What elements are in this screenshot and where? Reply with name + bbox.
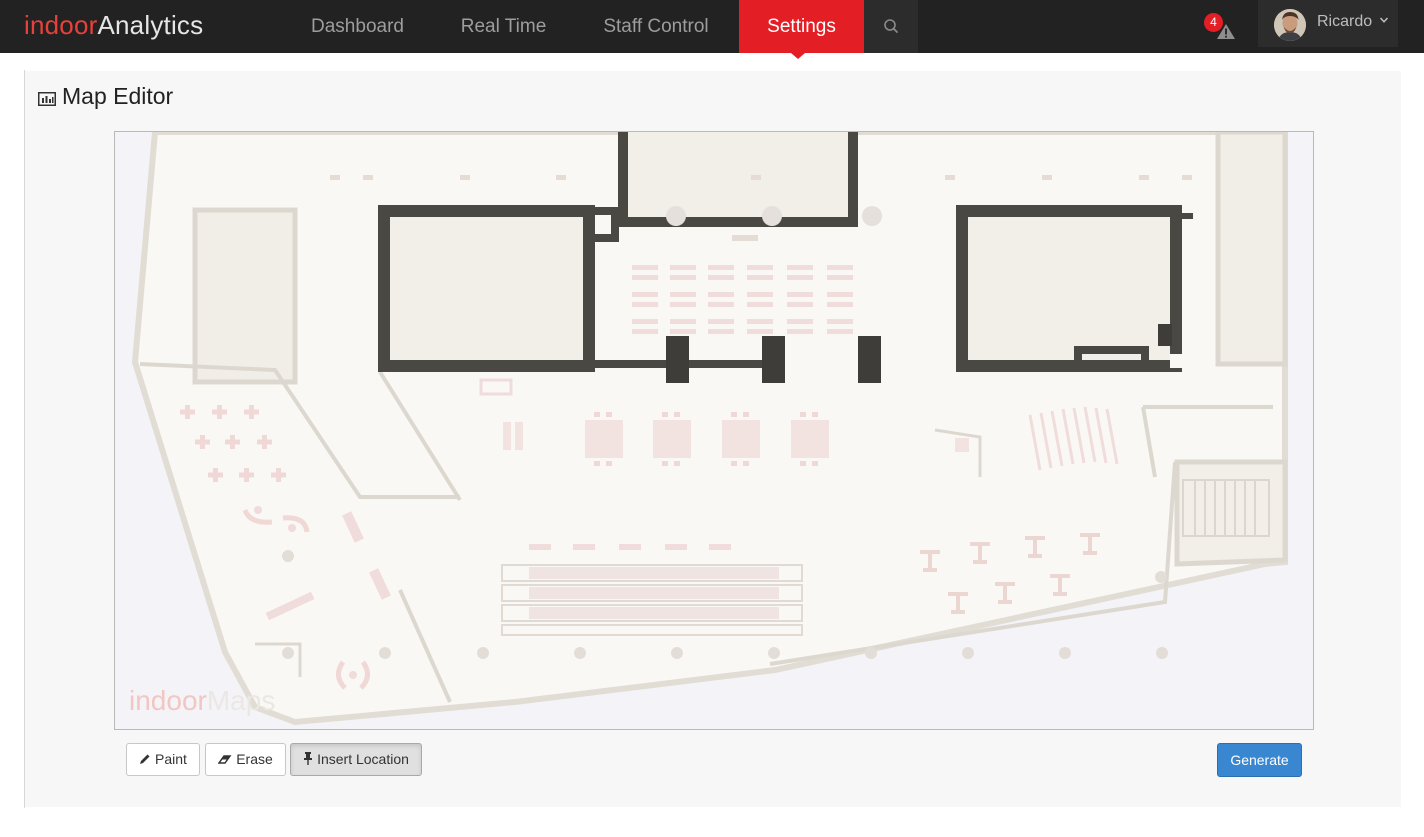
generate-button-label: Generate [1230, 752, 1289, 768]
insert-location-button[interactable]: Insert Location [290, 743, 422, 776]
insert-location-button-label: Insert Location [317, 751, 409, 767]
search-icon [884, 19, 898, 33]
nav-dashboard[interactable]: Dashboard [290, 0, 425, 53]
nav-staff-control-label: Staff Control [603, 16, 709, 37]
brand-part-2: Analytics [97, 10, 204, 40]
brand-part-1: indoor [24, 10, 98, 40]
nav-dashboard-label: Dashboard [311, 16, 404, 37]
avatar [1274, 9, 1306, 41]
alerts-count-badge: 4 [1204, 13, 1223, 32]
map-watermark: indoorMaps [129, 685, 275, 716]
nav-search-button[interactable] [864, 0, 918, 53]
nav-real-time-label: Real Time [460, 16, 547, 37]
nav-real-time[interactable]: Real Time [436, 0, 571, 53]
active-indicator [791, 53, 805, 59]
alerts-button[interactable]: 4 [1200, 10, 1240, 44]
paint-button-label: Paint [155, 751, 187, 767]
user-name: Ricardo [1317, 13, 1373, 30]
generate-button[interactable]: Generate [1217, 743, 1302, 777]
pencil-icon [139, 745, 151, 776]
chevron-down-icon [1379, 17, 1389, 23]
panel-title: Map Editor [38, 82, 173, 110]
pushpin-icon [303, 745, 313, 776]
nav-settings[interactable]: Settings [739, 0, 864, 59]
eraser-icon [217, 745, 232, 776]
floor-map-canvas[interactable]: indoorMaps [114, 131, 1314, 730]
panel-title-text: Map Editor [62, 83, 174, 109]
erase-button-label: Erase [236, 751, 273, 767]
map-watermark-part-1: indoor [129, 685, 207, 716]
map-watermark-part-2: Maps [207, 685, 275, 716]
nav-staff-control[interactable]: Staff Control [583, 0, 729, 53]
erase-button[interactable]: Erase [205, 743, 286, 776]
floor-plan: indoorMaps [129, 132, 1288, 726]
paint-button[interactable]: Paint [126, 743, 200, 776]
user-menu[interactable]: Ricardo [1258, 0, 1398, 47]
top-navbar: indoorAnalytics Dashboard Real Time Staf… [0, 0, 1424, 59]
brand-logo[interactable]: indoorAnalytics [24, 9, 203, 41]
bar-chart-icon [38, 84, 56, 112]
nav-settings-label: Settings [767, 16, 836, 37]
